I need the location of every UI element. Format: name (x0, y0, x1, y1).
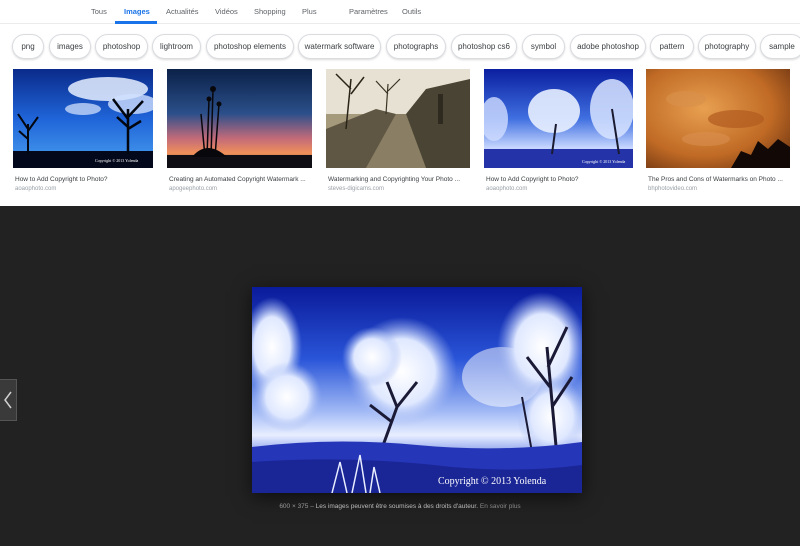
chip-photography[interactable]: photography (698, 34, 756, 59)
result-title[interactable]: How to Add Copyright to Photo? (15, 176, 160, 183)
result-title[interactable]: Creating an Automated Copyright Watermar… (169, 176, 314, 183)
thumbnail-watermark: Copyright © 2013 Yolenda (95, 158, 138, 163)
tab-all[interactable]: Tous (91, 7, 107, 16)
chip-lightroom[interactable]: lightroom (152, 34, 201, 59)
thumbnail-watermark: Copyright © 2013 Yolenda (582, 159, 625, 164)
result-title[interactable]: The Pros and Cons of Watermarks on Photo… (648, 176, 793, 183)
chip-photoshop-cs6[interactable]: photoshop cs6 (451, 34, 517, 59)
result-thumbnail[interactable] (646, 69, 790, 168)
result-source[interactable]: apogeephoto.com (169, 186, 217, 192)
tab-more[interactable]: Plus (302, 7, 317, 16)
chip-symbol[interactable]: symbol (522, 34, 565, 59)
result-card[interactable]: Creating an Automated Copyright Watermar… (167, 69, 312, 192)
chip-png[interactable]: png (12, 34, 44, 59)
image-results-row: Copyright © 2013 Yolenda How to Add Copy… (0, 68, 800, 206)
chevron-left-icon (4, 391, 12, 409)
learn-more-link[interactable]: En savoir plus (480, 503, 521, 510)
chip-photoshop[interactable]: photoshop (95, 34, 148, 59)
chip-sample[interactable]: sample (760, 34, 800, 59)
result-title[interactable]: How to Add Copyright to Photo? (486, 176, 631, 183)
tab-news[interactable]: Actualités (166, 7, 199, 16)
suggestion-chips: png images photoshop lightroom photoshop… (0, 24, 800, 68)
result-source[interactable]: aoaophoto.com (15, 186, 56, 192)
result-card-selected[interactable]: Copyright © 2013 Yolenda How to Add Copy… (484, 69, 633, 192)
chip-photographs[interactable]: photographs (386, 34, 446, 59)
result-card[interactable]: Copyright © 2013 Yolenda How to Add Copy… (13, 69, 153, 192)
selected-caret (551, 200, 563, 206)
tab-videos[interactable]: Vidéos (215, 7, 238, 16)
result-card[interactable]: The Pros and Cons of Watermarks on Photo… (646, 69, 790, 192)
copyright-notice: Les images peuvent être soumises à des d… (315, 503, 479, 510)
tools-link[interactable]: Outils (402, 7, 421, 16)
chip-watermark-software[interactable]: watermark software (298, 34, 381, 59)
result-source[interactable]: aoaophoto.com (486, 186, 527, 192)
previous-image-button[interactable] (0, 379, 17, 421)
chip-pattern[interactable]: pattern (650, 34, 694, 59)
result-title[interactable]: Watermarking and Copyrighting Your Photo… (328, 176, 473, 183)
result-source[interactable]: steves-digicams.com (328, 186, 384, 192)
result-thumbnail[interactable] (326, 69, 470, 168)
preview-footer: 600 × 375 – Les images peuvent être soum… (279, 503, 521, 510)
image-dimensions: 600 × 375 (279, 503, 309, 510)
preview-image[interactable]: Copyright © 2013 Yolenda (252, 287, 582, 493)
result-thumbnail[interactable] (167, 69, 312, 168)
image-preview-panel: Copyright © 2013 Yolenda 600 × 375 – Les… (0, 206, 800, 546)
result-thumbnail[interactable]: Copyright © 2013 Yolenda (484, 69, 633, 168)
result-card[interactable]: Watermarking and Copyrighting Your Photo… (326, 69, 470, 192)
tab-shopping[interactable]: Shopping (254, 7, 286, 16)
preview-watermark: Copyright © 2013 Yolenda (438, 476, 547, 487)
chip-adobe-photoshop[interactable]: adobe photoshop (570, 34, 646, 59)
chip-images[interactable]: images (49, 34, 91, 59)
settings-link[interactable]: Paramètres (349, 7, 388, 16)
chip-photoshop-elements[interactable]: photoshop elements (206, 34, 294, 59)
tab-images[interactable]: Images (124, 7, 150, 16)
result-source[interactable]: bhphotovideo.com (648, 186, 697, 192)
result-thumbnail[interactable]: Copyright © 2013 Yolenda (13, 69, 153, 168)
top-nav: Tous Images Actualités Vidéos Shopping P… (0, 0, 800, 24)
